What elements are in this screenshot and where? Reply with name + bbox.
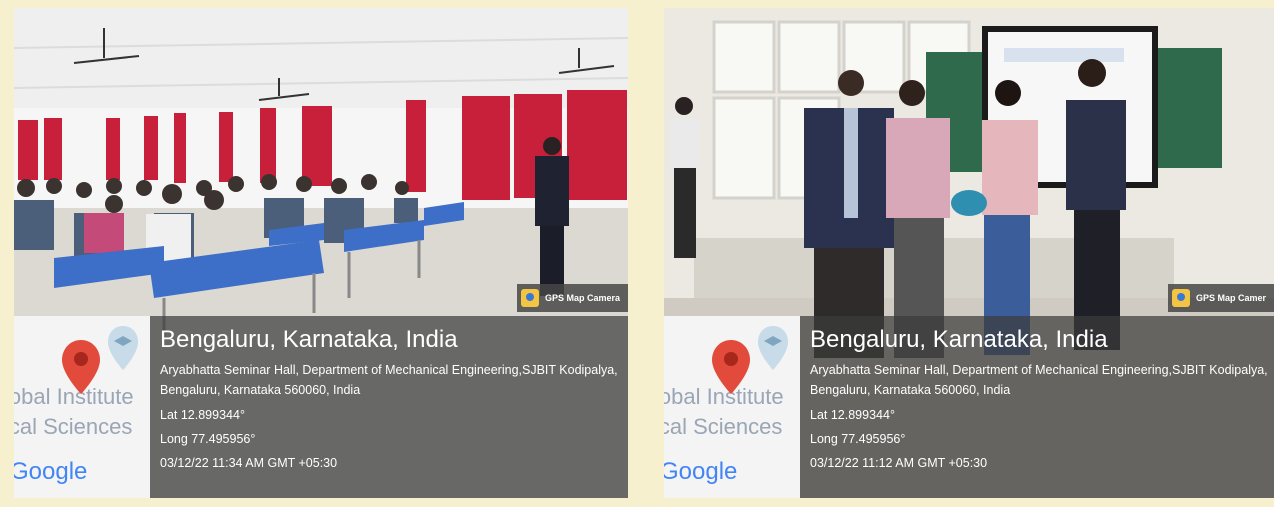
gps-map-camera-icon: [1171, 289, 1190, 307]
gps-badge-label: GPS Map Camera: [544, 293, 620, 303]
location-pin-icon: [712, 340, 750, 394]
location-pin-icon: [62, 340, 100, 394]
gps-badge-label: GPS Map Camer: [1195, 293, 1266, 303]
gps-map-camera-badge: GPS Map Camer: [1167, 284, 1274, 312]
gps-map-camera-icon: [520, 289, 539, 307]
location-city: Bengaluru, Karnataka, India: [160, 326, 458, 353]
map-place-label: ical Sciences: [14, 414, 133, 439]
photo-seminar-audience: GPS Map Camera lobal Institute ical Scie…: [14, 8, 628, 498]
latitude: Lat 12.899344°: [810, 408, 895, 422]
longitude: Long 77.495956°: [810, 432, 906, 446]
education-pin-icon: [758, 326, 788, 370]
timestamp: 03/12/22 11:34 AM GMT +05:30: [160, 456, 338, 470]
longitude: Long 77.495956°: [160, 432, 256, 446]
location-info-panel: Bengaluru, Karnataka, India Aryabhatta S…: [800, 316, 1274, 498]
map-thumbnail: lobal Institute ical Sciences Google: [664, 316, 800, 498]
photo-award-presentation: GPS Map Camer lobal Institute ical Scien…: [664, 8, 1274, 498]
location-city: Bengaluru, Karnataka, India: [810, 326, 1108, 353]
google-logo: Google: [664, 458, 738, 485]
gps-map-camera-badge: GPS Map Camera: [516, 284, 628, 312]
location-info-panel: Bengaluru, Karnataka, India Aryabhatta S…: [150, 316, 628, 498]
timestamp: 03/12/22 11:12 AM GMT +05:30: [810, 456, 988, 470]
location-address: Aryabhatta Seminar Hall, Department of M…: [810, 363, 1268, 397]
education-pin-icon: [108, 326, 138, 370]
map-place-label: ical Sciences: [664, 414, 783, 439]
map-thumbnail: lobal Institute ical Sciences Google: [14, 316, 150, 498]
location-address: Aryabhatta Seminar Hall, Department of M…: [160, 363, 618, 397]
google-logo: Google: [14, 458, 88, 485]
latitude: Lat 12.899344°: [160, 408, 245, 422]
